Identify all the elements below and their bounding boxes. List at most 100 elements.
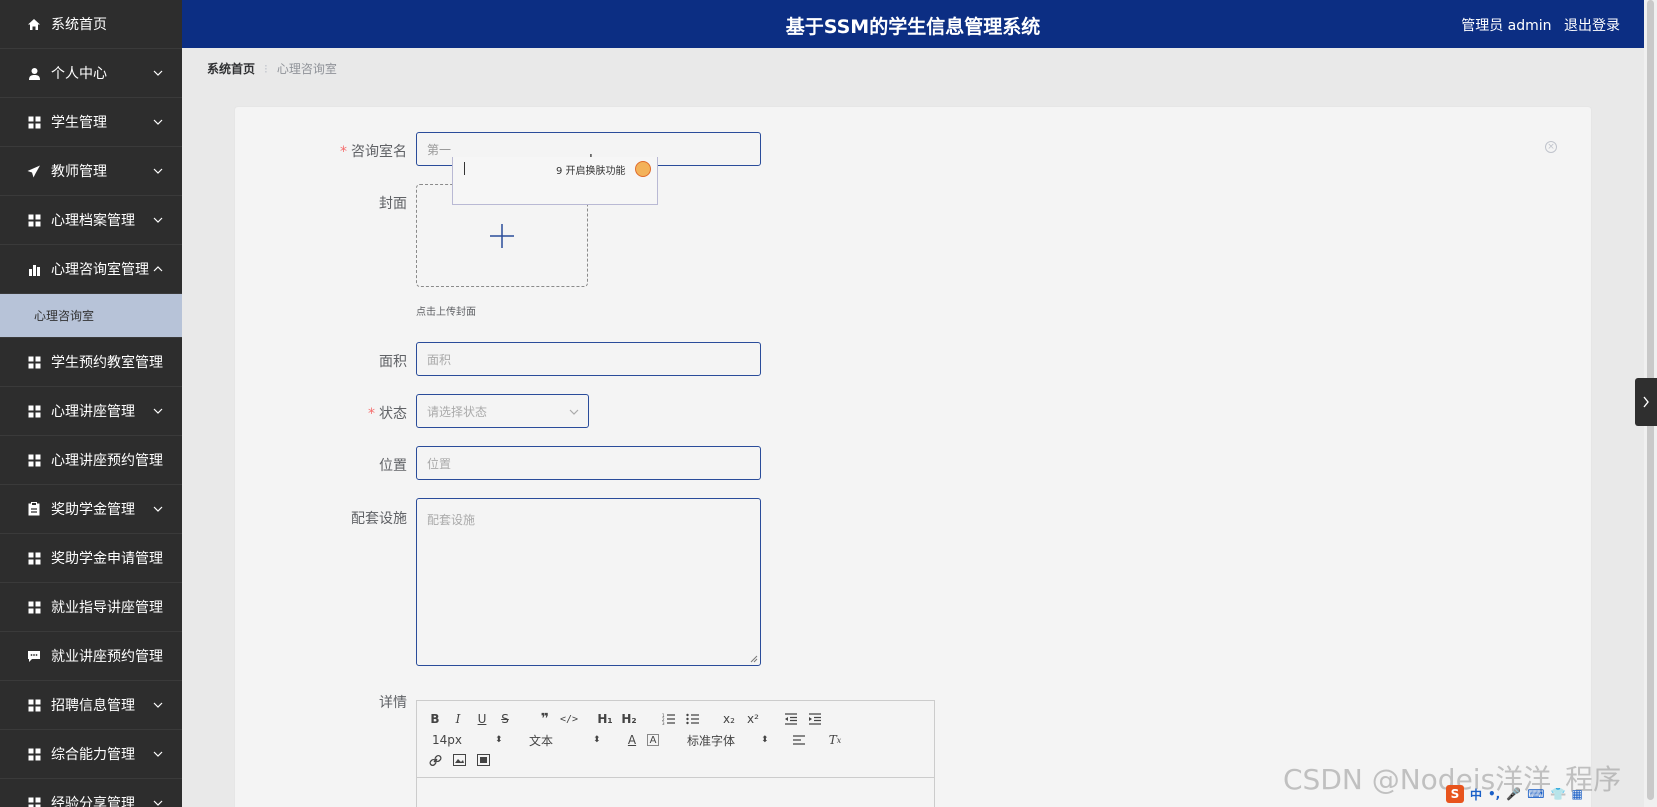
- sidebar-item-12[interactable]: 就业讲座预约管理: [0, 632, 182, 681]
- clear-format-icon[interactable]: Tx: [827, 732, 843, 748]
- logout-link[interactable]: 退出登录: [1564, 18, 1620, 34]
- sidebar-item-label: 心理讲座管理: [51, 404, 135, 420]
- sidebar-item-label: 教师管理: [51, 164, 107, 180]
- toolbox-icon[interactable]: ▦: [1571, 787, 1582, 801]
- sidebar-item-3[interactable]: 教师管理: [0, 147, 182, 196]
- status-placeholder: 请选择状态: [427, 404, 488, 419]
- facilities-textarea[interactable]: 配套设施: [416, 498, 761, 666]
- chevron-down-icon: [152, 214, 164, 226]
- font-family-select[interactable]: 标准字体: [687, 732, 735, 748]
- sidebar-item-1[interactable]: 个人中心: [0, 49, 182, 98]
- grid-icon: [26, 114, 42, 130]
- sidebar-item-label: 奖助学金申请管理: [51, 551, 163, 567]
- ordered-list-icon[interactable]: 123: [661, 711, 677, 727]
- cover-label: 封面: [379, 196, 407, 212]
- bold-icon[interactable]: B: [427, 711, 443, 727]
- sidebar-item-label: 心理讲座预约管理: [51, 453, 163, 469]
- clipboard-icon: [26, 501, 42, 517]
- editor-toolbar: B I U S ❞ </> H₁ H₂ 123 x₂ x² 14px ⬍ 文本 …: [417, 701, 934, 778]
- chevron-down-icon: [152, 748, 164, 760]
- sidebar-item-label: 学生预约教室管理: [51, 355, 163, 371]
- indent-icon[interactable]: [807, 711, 823, 727]
- chevron-down-icon: [152, 503, 164, 515]
- sidebar-item-11[interactable]: 就业指导讲座管理: [0, 583, 182, 632]
- sidebar: 系统首页 个人中心学生管理教师管理心理档案管理 心理咨询室管理 心理咨询室学生预约教室…: [0, 0, 182, 807]
- grid-icon: [26, 746, 42, 762]
- grid-icon: [26, 354, 42, 370]
- sidebar-item-13[interactable]: 招聘信息管理: [0, 681, 182, 730]
- sidebar-item-15[interactable]: 经验分享管理: [0, 779, 182, 807]
- font-size-select[interactable]: 14px: [432, 732, 462, 748]
- breadcrumb-current: 心理咨询室: [276, 62, 337, 76]
- sidebar-item-2[interactable]: 学生管理: [0, 98, 182, 147]
- heading1-icon[interactable]: H₁: [597, 711, 613, 727]
- close-icon[interactable]: ×: [1545, 141, 1557, 153]
- bullet-list-icon[interactable]: [685, 711, 701, 727]
- underline-icon[interactable]: U: [474, 711, 490, 727]
- submenu-item-counseling-room[interactable]: 心理咨询室: [0, 294, 182, 338]
- breadcrumb-separator: ⁝: [264, 62, 268, 76]
- chevron-down-icon: [152, 699, 164, 711]
- chevron-down-icon: [569, 409, 579, 415]
- superscript-icon[interactable]: x²: [745, 711, 761, 727]
- outdent-icon[interactable]: [783, 711, 799, 727]
- svg-text:3: 3: [662, 721, 665, 725]
- align-icon[interactable]: [791, 732, 807, 748]
- side-expand-tab[interactable]: [1635, 378, 1657, 426]
- ime-skin-icon[interactable]: [635, 161, 651, 177]
- background-color-icon[interactable]: A: [647, 734, 659, 746]
- sidebar-item-10[interactable]: 奖助学金申请管理: [0, 534, 182, 583]
- status-select[interactable]: 请选择状态: [416, 394, 589, 428]
- punctuation-icon[interactable]: •,: [1488, 787, 1500, 801]
- chevron-updown-icon: ⬍: [593, 735, 601, 745]
- chevron-down-icon: [152, 165, 164, 177]
- sidebar-item-label: 经验分享管理: [51, 796, 135, 807]
- sidebar-item-0[interactable]: 系统首页: [0, 0, 182, 49]
- admin-label: 管理员 admin: [1461, 18, 1552, 34]
- resize-grip-icon[interactable]: [750, 655, 758, 663]
- grid-icon: [26, 599, 42, 615]
- italic-icon[interactable]: I: [450, 711, 466, 727]
- rich-text-editor[interactable]: B I U S ❞ </> H₁ H₂ 123 x₂ x² 14px ⬍ 文本 …: [416, 700, 935, 807]
- code-icon[interactable]: </>: [560, 711, 578, 727]
- sidebar-item-label: 就业讲座预约管理: [51, 649, 163, 665]
- video-icon[interactable]: [475, 752, 491, 768]
- chevron-down-icon: [152, 67, 164, 79]
- sidebar-item-6[interactable]: 学生预约教室管理: [0, 338, 182, 387]
- input-mode[interactable]: 中: [1470, 786, 1482, 803]
- blockquote-icon[interactable]: ❞: [537, 711, 553, 727]
- breadcrumb-home[interactable]: 系统首页: [207, 62, 255, 76]
- text-style-select[interactable]: 文本: [529, 732, 553, 748]
- location-label: 位置: [379, 458, 407, 474]
- image-icon[interactable]: [451, 752, 467, 768]
- sidebar-item-7[interactable]: 心理讲座管理: [0, 387, 182, 436]
- chevron-up-icon: [152, 263, 164, 275]
- area-input[interactable]: 面积: [416, 342, 761, 376]
- sogou-icon[interactable]: S: [1446, 785, 1464, 803]
- ime-hint[interactable]: 9 开启换肤功能: [556, 162, 626, 177]
- chat-icon: [26, 648, 42, 664]
- subscript-icon[interactable]: x₂: [721, 711, 737, 727]
- sidebar-item-14[interactable]: 综合能力管理: [0, 730, 182, 779]
- sidebar-item-8[interactable]: 心理讲座预约管理: [0, 436, 182, 485]
- link-icon[interactable]: [427, 752, 443, 768]
- keyboard-icon[interactable]: ⌨: [1527, 787, 1544, 801]
- chevron-down-icon: [152, 116, 164, 128]
- strikethrough-icon[interactable]: S: [497, 711, 513, 727]
- sidebar-item-9[interactable]: 奖助学金管理: [0, 485, 182, 534]
- sidebar-item-label: 学生管理: [51, 115, 107, 131]
- microphone-icon[interactable]: 🎤: [1506, 787, 1521, 801]
- heading2-icon[interactable]: H₂: [621, 711, 637, 727]
- sidebar-item-4[interactable]: 心理档案管理: [0, 196, 182, 245]
- grid-icon: [26, 212, 42, 228]
- sidebar-item-label: 综合能力管理: [51, 747, 135, 763]
- top-bar: 基于SSM的学生信息管理系统 管理员 admin 退出登录: [182, 0, 1644, 48]
- sidebar-item-5[interactable]: 心理咨询室管理: [0, 245, 182, 294]
- skin-icon[interactable]: 👕: [1551, 787, 1566, 801]
- chevron-down-icon: [152, 405, 164, 417]
- font-color-icon[interactable]: A: [624, 732, 640, 748]
- sidebar-item-label: 就业指导讲座管理: [51, 600, 163, 616]
- location-input[interactable]: 位置: [416, 446, 761, 480]
- facilities-placeholder: 配套设施: [427, 513, 476, 527]
- home-icon: [26, 16, 42, 32]
